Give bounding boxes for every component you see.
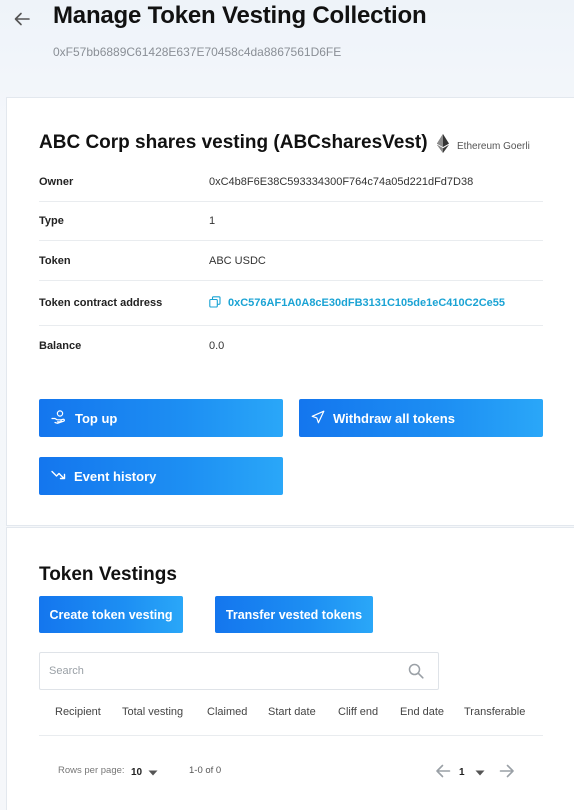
send-icon xyxy=(311,410,325,427)
search-box xyxy=(39,652,439,690)
info-row-type: Type 1 xyxy=(39,202,543,241)
create-token-vesting-button[interactable]: Create token vesting xyxy=(39,596,183,633)
event-history-label: Event history xyxy=(74,468,157,484)
info-row-contract: Token contract address 0xC576AF1A0A8cE30… xyxy=(39,281,543,326)
column-header-end-date[interactable]: End date xyxy=(400,706,444,718)
search-icon[interactable] xyxy=(408,663,424,684)
ethereum-icon xyxy=(437,134,449,158)
trending-down-icon xyxy=(51,469,66,484)
search-input[interactable] xyxy=(49,665,389,677)
chevron-down-icon xyxy=(475,763,485,781)
collection-name: ABC Corp shares vesting (ABCsharesVest) xyxy=(39,132,428,153)
token-contract-link[interactable]: 0xC576AF1A0A8cE30dFB3131C105de1eC410C2Ce… xyxy=(209,295,506,311)
rows-per-page-select[interactable]: 10 xyxy=(131,764,158,780)
type-value: 1 xyxy=(209,215,216,227)
withdraw-all-label: Withdraw all tokens xyxy=(333,410,455,426)
top-up-label: Top up xyxy=(75,410,118,426)
info-label: Owner xyxy=(39,175,74,188)
rows-per-page-value: 10 xyxy=(131,766,143,778)
column-header-total-vesting[interactable]: Total vesting xyxy=(122,706,183,718)
pagination: Rows per page: 10 1-0 of 0 1 xyxy=(39,764,543,784)
collection-info-table: Owner 0xC4b8F6E38C593334300F764c74a05d22… xyxy=(39,162,543,366)
transfer-vested-tokens-button[interactable]: Transfer vested tokens xyxy=(215,596,373,633)
back-arrow-icon[interactable] xyxy=(12,8,32,30)
column-header-recipient[interactable]: Recipient xyxy=(55,706,101,718)
info-row-token: Token ABC USDC xyxy=(39,241,543,281)
collection-address: 0xF57bb6889C61428E637E70458c4da8867561D6… xyxy=(53,45,342,59)
token-vestings-card: Token Vestings Create token vesting Tran… xyxy=(6,527,574,810)
network-label: Ethereum Goerli xyxy=(457,140,530,152)
collection-card: ABC Corp shares vesting (ABCsharesVest) … xyxy=(6,97,574,526)
previous-page-icon[interactable] xyxy=(435,763,451,784)
page-select[interactable]: 1 xyxy=(459,764,485,780)
column-header-cliff-end[interactable]: Cliff end xyxy=(338,706,378,718)
column-header-transferable[interactable]: Transferable xyxy=(464,706,525,718)
page-header: Manage Token Vesting Collection 0xF57bb6… xyxy=(0,0,574,96)
section-title: Token Vestings xyxy=(39,564,177,585)
pagination-range: 1-0 of 0 xyxy=(189,765,222,776)
info-label: Token contract address xyxy=(39,297,163,309)
token-contract-address: 0xC576AF1A0A8cE30dFB3131C105de1eC410C2Ce… xyxy=(228,297,506,309)
top-up-button[interactable]: Top up xyxy=(39,399,283,437)
info-label: Balance xyxy=(39,340,82,352)
next-page-icon[interactable] xyxy=(499,763,515,784)
column-header-claimed[interactable]: Claimed xyxy=(207,706,247,718)
owner-value: 0xC4b8F6E38C593334300F764c74a05d221dFd7D… xyxy=(209,175,474,188)
balance-value: 0.0 xyxy=(209,340,225,352)
info-row-owner: Owner 0xC4b8F6E38C593334300F764c74a05d22… xyxy=(39,162,543,202)
info-label: Token xyxy=(39,254,71,267)
info-label: Type xyxy=(39,215,64,227)
page-value: 1 xyxy=(459,766,465,778)
column-header-start-date[interactable]: Start date xyxy=(268,706,316,718)
withdraw-all-button[interactable]: Withdraw all tokens xyxy=(299,399,543,437)
token-value: ABC USDC xyxy=(209,254,266,267)
page-title: Manage Token Vesting Collection xyxy=(53,2,427,29)
rows-per-page-label: Rows per page: xyxy=(58,765,125,776)
info-row-balance: Balance 0.0 xyxy=(39,326,543,366)
copy-icon[interactable] xyxy=(209,295,221,311)
event-history-button[interactable]: Event history xyxy=(39,457,283,495)
hand-coin-icon xyxy=(51,409,67,427)
network-badge: Ethereum Goerli xyxy=(437,134,530,158)
vestings-table-header: Recipient Total vesting Claimed Start da… xyxy=(39,704,543,736)
chevron-down-icon xyxy=(148,763,158,781)
